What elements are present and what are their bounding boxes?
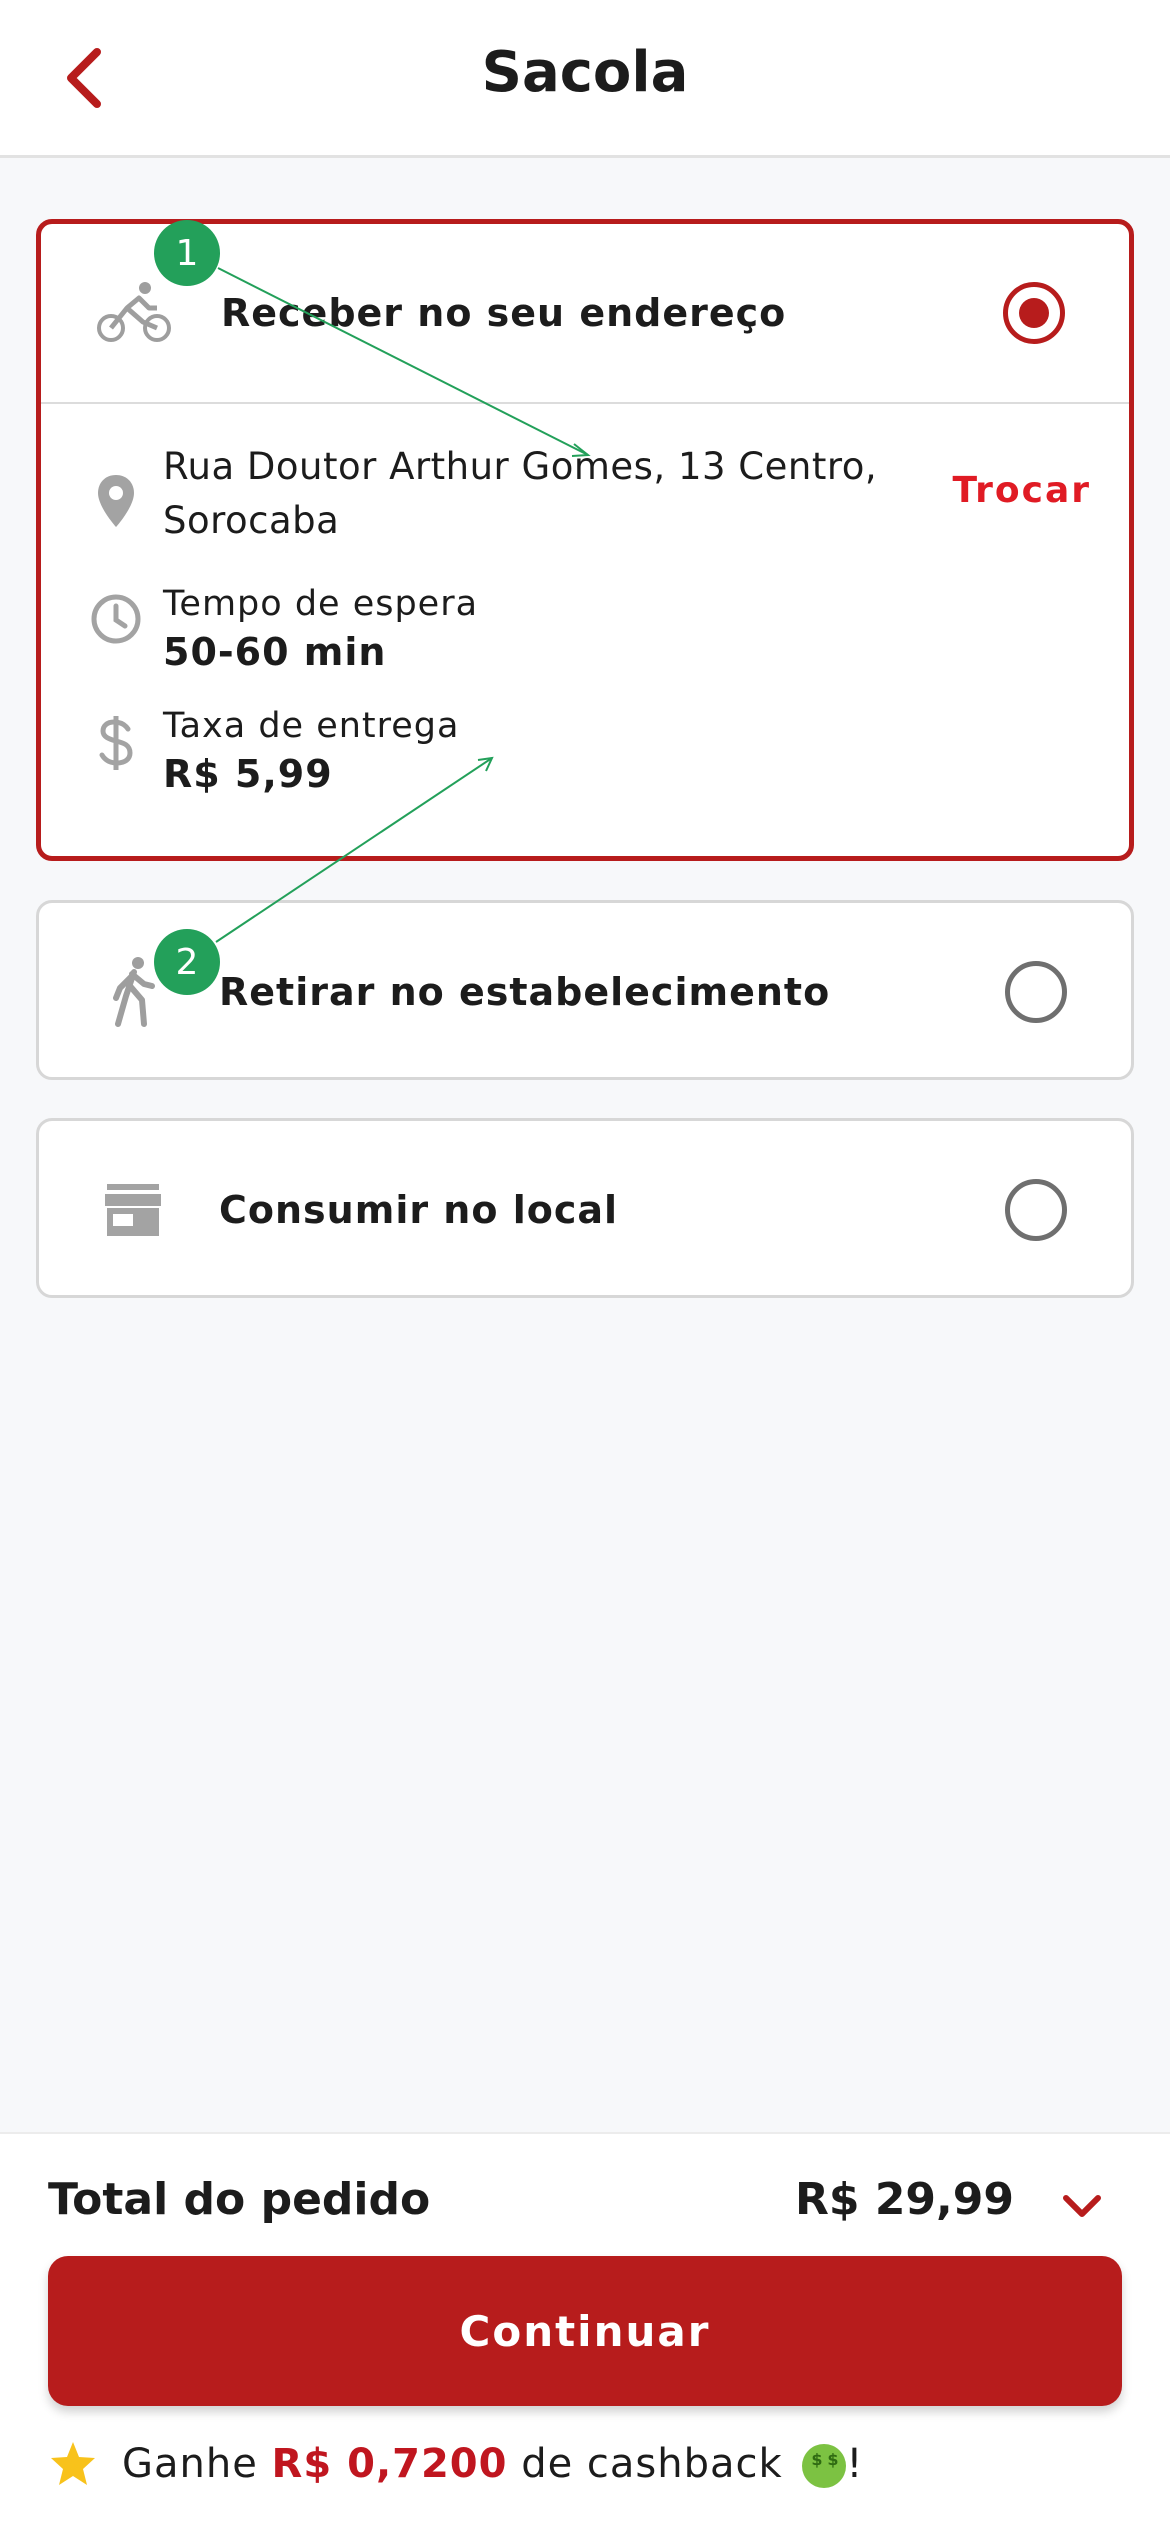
annotation-badge: 1 bbox=[154, 220, 220, 286]
page-title: Sacola bbox=[481, 40, 689, 105]
order-total-label: Total do pedido bbox=[48, 2174, 431, 2225]
delivery-fee-value: R$ 5,99 bbox=[163, 752, 333, 796]
radio-unselected[interactable] bbox=[1005, 961, 1067, 1023]
change-address-link[interactable]: Trocar bbox=[953, 470, 1091, 511]
money-face-icon bbox=[802, 2443, 847, 2488]
option-label: Receber no seu endereço bbox=[221, 291, 787, 335]
radio-unselected[interactable] bbox=[1005, 1179, 1067, 1241]
delivery-option-card: Receber no seu endereço Rua Doutor Arthu… bbox=[36, 219, 1134, 861]
cashback-prefix: Ganhe bbox=[122, 2440, 258, 2487]
continue-button[interactable]: Continuar bbox=[48, 2256, 1122, 2406]
star-icon bbox=[51, 2442, 95, 2485]
store-icon bbox=[93, 1170, 173, 1250]
cashback-suffix: de cashback bbox=[521, 2440, 783, 2487]
wait-time-label: Tempo de espera bbox=[163, 584, 479, 624]
radio-selected[interactable] bbox=[1003, 282, 1065, 344]
delivery-details: Rua Doutor Arthur Gomes, 13 Centro, Soro… bbox=[41, 404, 1129, 856]
annotation-badge: 2 bbox=[154, 929, 220, 995]
bicycle-icon bbox=[95, 273, 175, 353]
dine-in-option-card[interactable]: Consumir no local bbox=[36, 1118, 1134, 1298]
pickup-option[interactable]: Retirar no estabelecimento bbox=[39, 903, 1131, 1081]
cashback-end: ! bbox=[846, 2440, 864, 2487]
order-total-value: R$ 29,99 bbox=[795, 2174, 1014, 2225]
location-pin-icon bbox=[81, 466, 151, 536]
order-footer: Total do pedido R$ 29,99 Continuar Ganhe… bbox=[0, 2132, 1170, 2532]
cashback-amount: R$ 0,7200 bbox=[271, 2440, 508, 2487]
dollar-icon bbox=[81, 708, 151, 778]
expand-total-button[interactable] bbox=[1052, 2182, 1112, 2232]
delivery-address: Rua Doutor Arthur Gomes, 13 Centro, Soro… bbox=[163, 445, 878, 542]
clock-icon bbox=[81, 584, 151, 654]
delivery-fee-label: Taxa de entrega bbox=[163, 706, 460, 746]
option-label: Consumir no local bbox=[219, 1188, 619, 1232]
chevron-down-icon bbox=[1063, 2195, 1101, 2217]
dine-in-option[interactable]: Consumir no local bbox=[39, 1121, 1131, 1299]
wait-time-value: 50-60 min bbox=[163, 630, 387, 674]
option-label: Retirar no estabelecimento bbox=[219, 970, 831, 1014]
cashback-text: Ganhe R$ 0,7200 de cashback ! bbox=[122, 2441, 863, 2488]
header: Sacola bbox=[0, 0, 1170, 158]
cashback-banner: Ganhe R$ 0,7200 de cashback ! bbox=[48, 2434, 863, 2494]
